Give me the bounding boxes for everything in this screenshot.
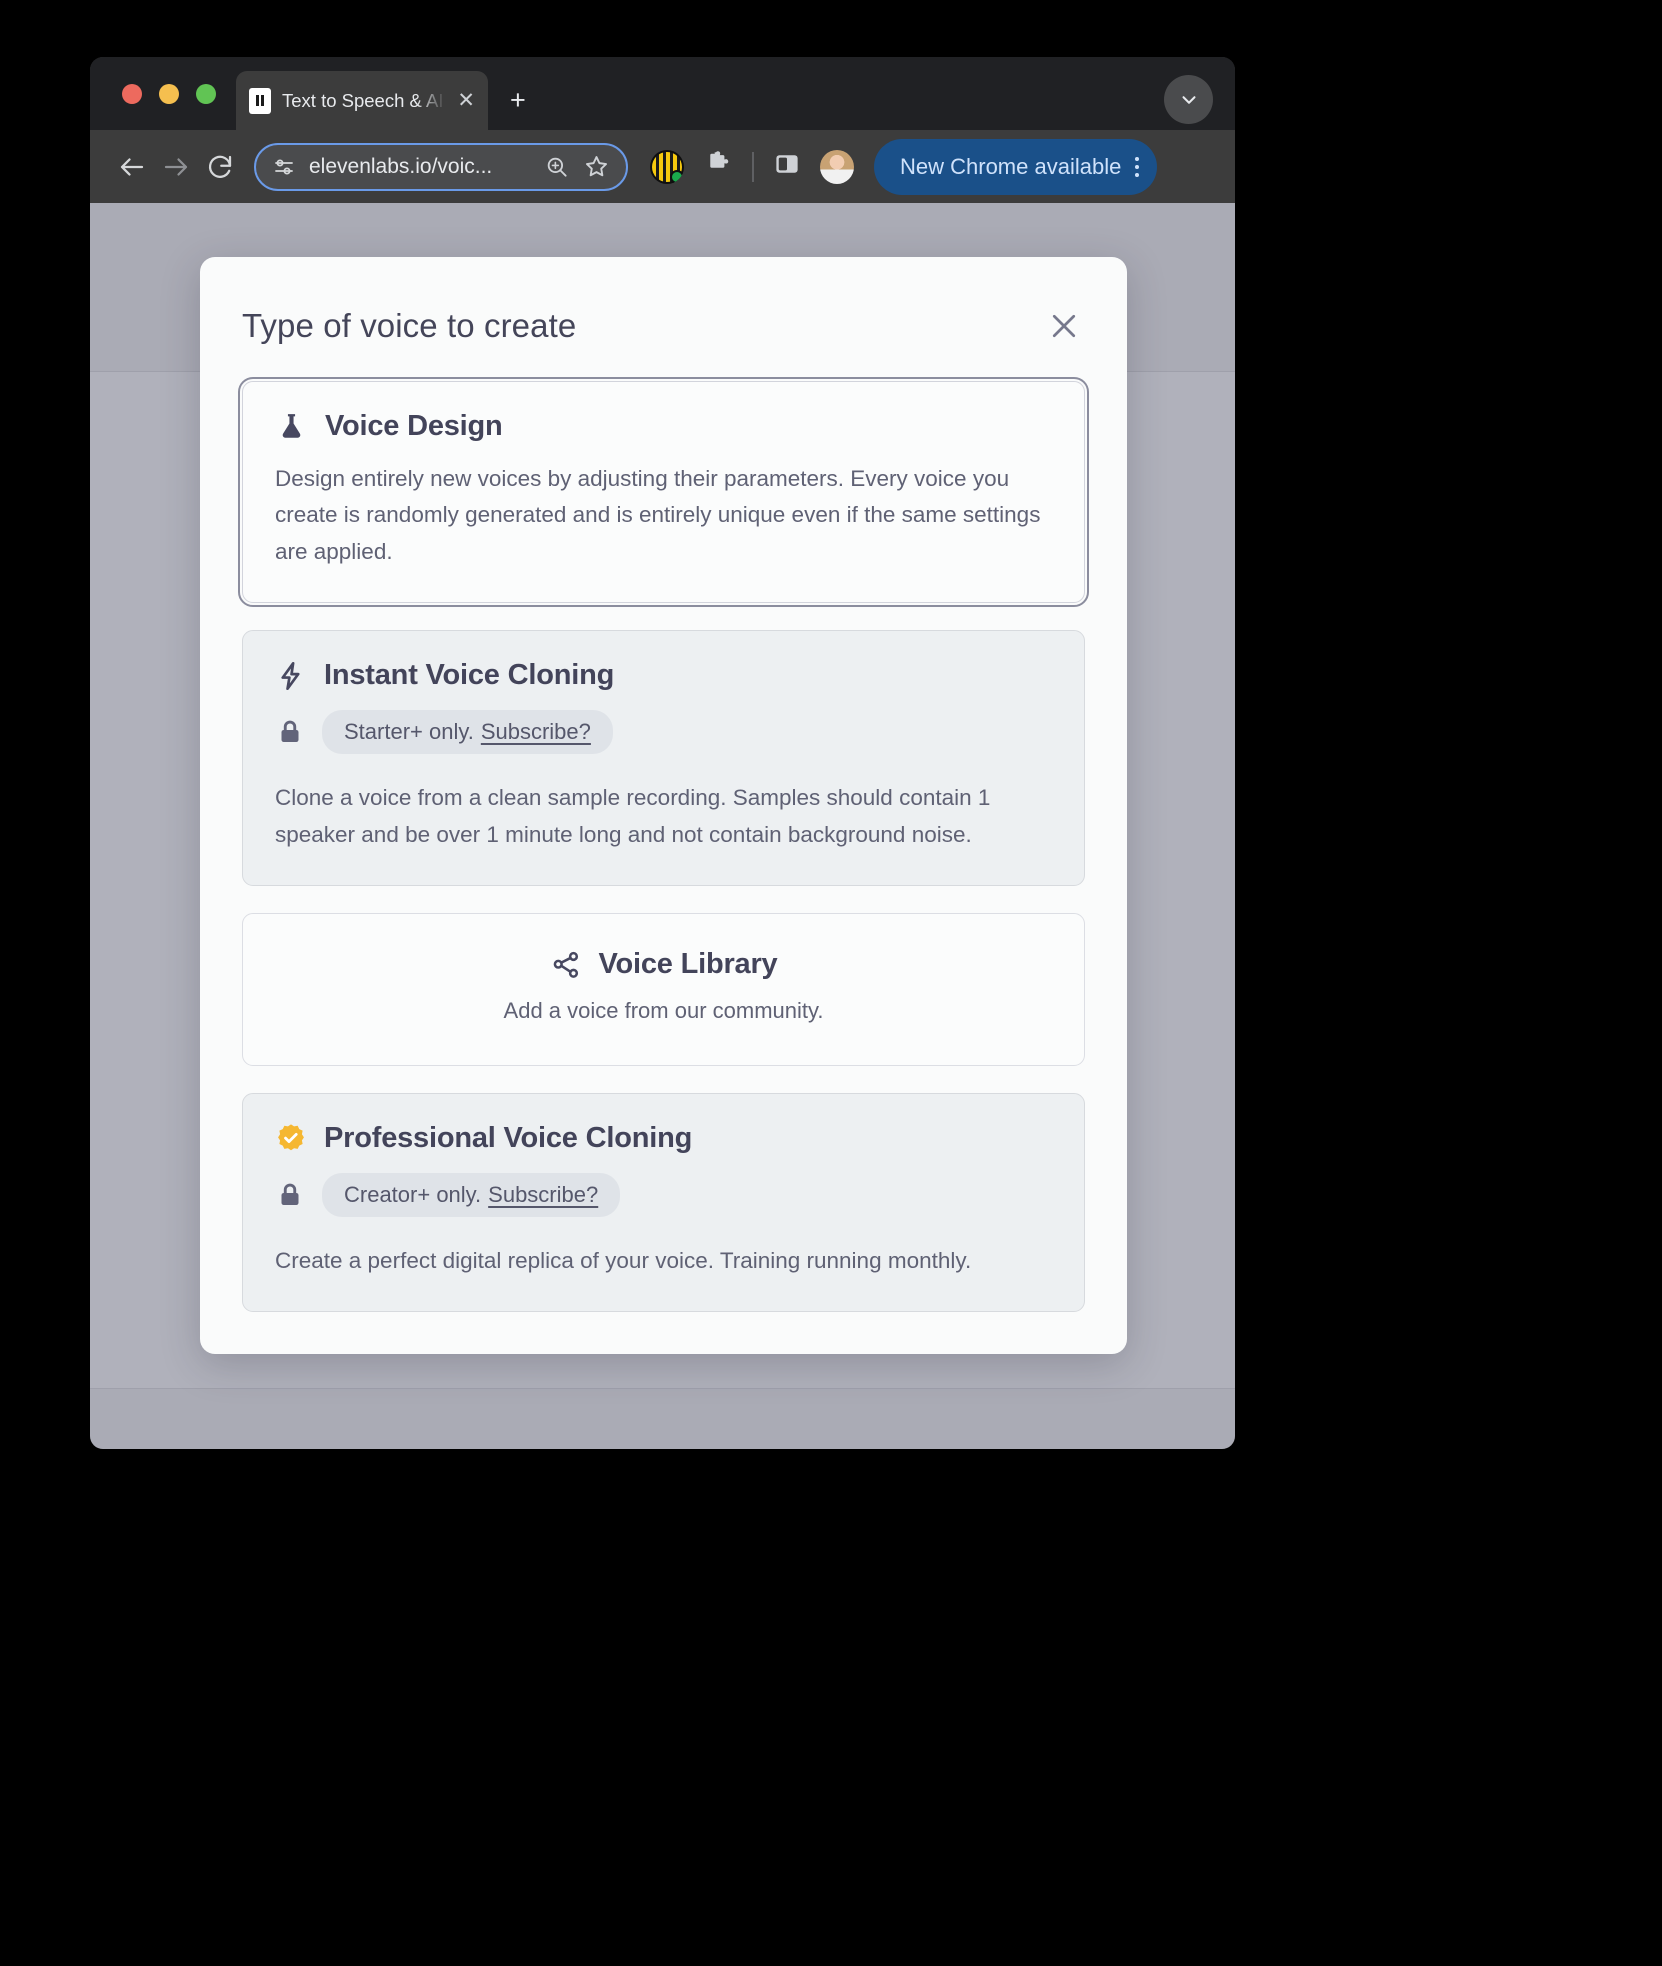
card-description: Create a perfect digital replica of your… <box>275 1247 972 1273</box>
card-header: Voice Library <box>275 948 1052 981</box>
card-title: Instant Voice Cloning <box>324 659 615 692</box>
voice-type-modal: Type of voice to create Voice Design Des… <box>200 257 1127 1355</box>
option-card-voice-design[interactable]: Voice Design Design entirely new voices … <box>238 376 1089 608</box>
maximize-window-button[interactable] <box>196 84 216 104</box>
subscribe-link[interactable]: Subscribe? <box>481 719 591 745</box>
zoom-in-icon[interactable] <box>544 154 570 180</box>
reload-button[interactable] <box>198 145 242 189</box>
arrow-right-icon <box>164 157 188 176</box>
plan-badge-text: Starter+ only. <box>344 719 474 745</box>
address-bar[interactable]: elevenlabs.io/voic... <box>254 142 628 191</box>
browser-window: Text to Speech & AI Voice Ge ✕ + <box>90 57 1235 1449</box>
screenshot-root: Text to Speech & AI Voice Ge ✕ + <box>0 0 1662 1966</box>
arrow-left-icon <box>120 157 144 176</box>
verified-badge-icon <box>275 1122 307 1154</box>
modal-header: Type of voice to create <box>242 257 1085 381</box>
profile-avatar[interactable] <box>820 149 854 184</box>
reload-icon <box>208 155 232 178</box>
back-button[interactable] <box>110 145 154 189</box>
chevron-down-icon <box>1181 95 1196 104</box>
card-header: Voice Design <box>275 410 1052 443</box>
browser-tab[interactable]: Text to Speech & AI Voice Ge ✕ <box>236 71 488 130</box>
lightning-bolt-icon <box>275 660 307 692</box>
card-title: Voice Design <box>325 410 503 442</box>
option-card-voice-library[interactable]: Voice Library Add a voice from our commu… <box>242 913 1085 1066</box>
option-card-professional-voice-cloning[interactable]: Professional Voice Cloning Creator+ only… <box>242 1092 1085 1313</box>
close-modal-button[interactable] <box>1043 305 1085 347</box>
card-description: Add a voice from our community. <box>503 998 824 1024</box>
flask-icon <box>275 410 308 443</box>
tune-sliders-icon[interactable] <box>272 155 296 179</box>
puzzle-extensions-icon[interactable] <box>702 148 734 185</box>
minimize-window-button[interactable] <box>159 84 179 104</box>
subscribe-link[interactable]: Subscribe? <box>488 1182 598 1208</box>
new-chrome-available-button[interactable]: New Chrome available <box>874 138 1158 195</box>
card-title: Voice Library <box>598 948 778 981</box>
plan-restriction-row: Creator+ only. Subscribe? <box>275 1172 1052 1217</box>
card-description: Design entirely new voices by adjusting … <box>275 466 1041 564</box>
lock-icon <box>275 717 305 747</box>
plan-restriction-row: Starter+ only. Subscribe? <box>275 710 1052 755</box>
card-header: Instant Voice Cloning <box>275 659 1052 692</box>
share-network-icon <box>550 949 582 981</box>
update-button-label: New Chrome available <box>900 153 1122 179</box>
option-card-instant-voice-cloning[interactable]: Instant Voice Cloning Starter+ only. Sub… <box>242 630 1085 887</box>
toolbar-divider <box>752 151 754 182</box>
side-panel-icon[interactable] <box>772 149 802 184</box>
close-tab-button[interactable]: ✕ <box>457 90 475 111</box>
address-bar-url: elevenlabs.io/voic... <box>309 154 493 178</box>
close-window-button[interactable] <box>122 84 142 104</box>
card-description: Clone a voice from a clean sample record… <box>275 785 991 847</box>
tab-search-button[interactable] <box>1164 75 1213 124</box>
star-icon[interactable] <box>583 153 610 180</box>
browser-toolbar: elevenlabs.io/voic... New Chrome availab… <box>90 130 1235 203</box>
kebab-menu-icon[interactable] <box>1135 156 1140 177</box>
tab-strip: Text to Speech & AI Voice Ge ✕ + <box>90 57 1235 130</box>
plan-badge-text: Creator+ only. <box>344 1181 482 1207</box>
lock-icon <box>275 1180 305 1210</box>
pause-bars-favicon <box>249 87 271 114</box>
extension-maze-icon[interactable] <box>650 149 684 184</box>
new-tab-button[interactable]: + <box>510 87 526 114</box>
card-header: Professional Voice Cloning <box>275 1122 1052 1155</box>
page-content: Type of voice to create Voice Design Des… <box>90 203 1235 1449</box>
tab-title: Text to Speech & AI Voice Ge <box>282 89 446 111</box>
toolbar-icons <box>650 148 854 185</box>
close-icon <box>1052 314 1076 338</box>
plan-badge: Starter+ only. Subscribe? <box>322 710 613 755</box>
card-title: Professional Voice Cloning <box>324 1121 693 1154</box>
plan-badge: Creator+ only. Subscribe? <box>322 1172 621 1217</box>
window-traffic-lights <box>122 84 216 104</box>
modal-title: Type of voice to create <box>242 307 577 344</box>
forward-button[interactable] <box>154 145 198 189</box>
